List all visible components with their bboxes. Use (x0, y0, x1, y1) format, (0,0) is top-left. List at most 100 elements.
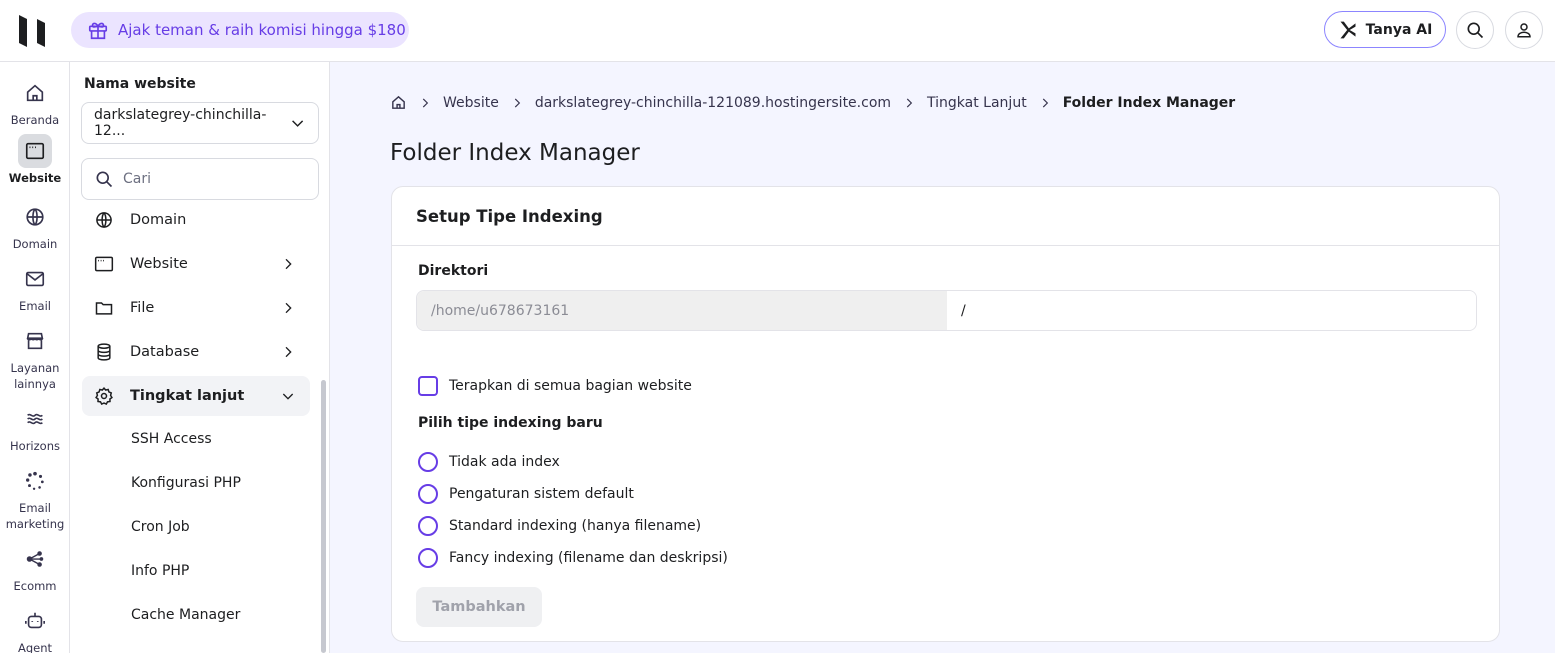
apply-all-label: Terapkan di semua bagian website (449, 378, 692, 394)
rail-item-website[interactable]: Website (0, 134, 70, 186)
ask-ai-label: Tanya AI (1365, 21, 1433, 38)
setup-indexing-card: Setup Tipe Indexing Direktori /home/u678… (391, 186, 1500, 642)
breadcrumb-current: Folder Index Manager (1062, 94, 1236, 111)
globe-icon (94, 210, 114, 230)
directory-input[interactable] (947, 291, 1476, 330)
rail-item-ecomm[interactable]: Ecomm (0, 542, 70, 594)
database-icon (94, 342, 114, 362)
rail-label: Layanan lainnya (10, 361, 60, 391)
sidebar-item-label: File (130, 300, 155, 316)
ask-ai-button[interactable]: Tanya AI (1324, 11, 1446, 48)
sidebar-scrollbar[interactable] (321, 380, 326, 653)
rail-label: Ecomm (13, 579, 57, 593)
radio-button[interactable] (418, 484, 438, 504)
radio-label: Fancy indexing (filename dan deskripsi) (449, 550, 728, 566)
mail-icon (18, 262, 52, 296)
top-bar: Ajak teman & raih komisi hingga $180 Tan… (0, 0, 1555, 62)
sidebar-item-tingkat-lanjut[interactable]: Tingkat lanjut (82, 376, 310, 416)
rail-label: Agent (17, 641, 53, 653)
radio-button[interactable] (418, 516, 438, 536)
website-sidebar: Nama website darkslategrey-chinchilla-12… (70, 62, 330, 653)
rail-label: Email (19, 299, 51, 313)
sidebar-item-label: Domain (130, 212, 187, 228)
chevron-right-icon (1038, 96, 1052, 110)
home-icon[interactable] (390, 94, 407, 111)
horizons-icon (18, 402, 52, 436)
breadcrumb: Website darkslategrey-chinchilla-121089.… (390, 94, 1235, 111)
sidebar-item-label: Database (130, 344, 200, 360)
sidebar-item-database[interactable]: Database (82, 332, 310, 372)
radio-option-standard[interactable]: Standard indexing (hanya filename) (418, 516, 701, 536)
rail-item-email[interactable]: Email (0, 262, 70, 314)
rail-item-domain[interactable]: Domain (0, 200, 70, 252)
apply-all-checkbox-row[interactable]: Terapkan di semua bagian website (418, 376, 692, 396)
icon-rail: Beranda Website Domain Email Layanan lai… (0, 62, 70, 653)
add-button[interactable]: Tambahkan (416, 587, 542, 627)
home-icon (18, 76, 52, 110)
radio-option-fancy[interactable]: Fancy indexing (filename dan deskripsi) (418, 548, 728, 568)
sidebar-sub-item-konfigurasi-php[interactable]: Konfigurasi PHP (131, 475, 241, 491)
browser-icon (18, 134, 52, 168)
sidebar-item-website[interactable]: Website (82, 244, 310, 284)
search-icon (1467, 22, 1484, 39)
website-select[interactable]: darkslategrey-chinchilla-12... (81, 102, 319, 144)
chevron-right-icon (902, 96, 916, 110)
sidebar-item-file[interactable]: File (82, 288, 310, 328)
radio-label: Pengaturan sistem default (449, 486, 634, 502)
sidebar-item-label: Website (130, 256, 188, 272)
promo-text: Ajak teman & raih komisi hingga $180 (118, 21, 406, 39)
store-icon (18, 324, 52, 358)
globe-icon (18, 200, 52, 234)
radio-button[interactable] (418, 452, 438, 472)
rail-label: Website (8, 171, 62, 185)
page-title: Folder Index Manager (390, 140, 640, 166)
sidebar-item-domain[interactable]: Domain (82, 200, 310, 240)
sidebar-sub-item-cache-manager[interactable]: Cache Manager (131, 607, 240, 623)
directory-label: Direktori (418, 263, 489, 279)
sidebar-search[interactable] (81, 158, 319, 200)
card-title: Setup Tipe Indexing (392, 187, 1499, 246)
rail-item-horizons[interactable]: Horizons (0, 402, 70, 454)
radio-button[interactable] (418, 548, 438, 568)
breadcrumb-domain[interactable]: darkslategrey-chinchilla-121089.hostinge… (535, 95, 891, 111)
loader-icon (18, 464, 52, 498)
rail-item-email-marketing[interactable]: Email marketing (0, 464, 70, 532)
sidebar-sub-item-cron-job[interactable]: Cron Job (131, 519, 190, 535)
radio-label: Standard indexing (hanya filename) (449, 518, 702, 534)
chevron-down-icon (282, 393, 294, 400)
rail-label: Email marketing (5, 501, 65, 531)
chevron-right-icon (510, 96, 524, 110)
directory-prefix: /home/u678673161 (417, 291, 947, 330)
referral-promo-button[interactable]: Ajak teman & raih komisi hingga $180 (71, 12, 409, 48)
breadcrumb-website[interactable]: Website (443, 95, 499, 111)
radio-option-system-default[interactable]: Pengaturan sistem default (418, 484, 634, 504)
sidebar-sub-item-ssh-access[interactable]: SSH Access (131, 431, 212, 447)
browser-icon (94, 254, 114, 274)
rail-label: Beranda (10, 113, 60, 127)
breadcrumb-tingkat-lanjut[interactable]: Tingkat Lanjut (927, 95, 1027, 111)
chevron-right-icon (285, 302, 292, 314)
folder-icon (94, 298, 114, 318)
ai-spark-icon (1340, 21, 1356, 38)
chevron-down-icon (291, 120, 303, 127)
gift-icon (88, 22, 108, 40)
hostinger-logo[interactable] (16, 13, 48, 49)
user-icon (1517, 23, 1531, 38)
search-input[interactable] (123, 171, 303, 187)
directory-field: /home/u678673161 (416, 290, 1477, 331)
robot-icon (18, 604, 52, 638)
chevron-right-icon (285, 258, 292, 270)
rail-item-beranda[interactable]: Beranda (0, 76, 70, 128)
rail-item-agent[interactable]: Agent (0, 604, 70, 653)
rail-label: Horizons (10, 439, 60, 453)
search-button[interactable] (1456, 11, 1494, 49)
apply-all-checkbox[interactable] (418, 376, 438, 396)
rail-item-layanan[interactable]: Layanan lainnya (0, 324, 70, 392)
indexing-type-label: Pilih tipe indexing baru (418, 415, 603, 431)
search-icon (96, 171, 113, 188)
radio-option-no-index[interactable]: Tidak ada index (418, 452, 560, 472)
chevron-right-icon (285, 346, 292, 358)
account-button[interactable] (1505, 11, 1543, 49)
gear-icon (94, 386, 114, 406)
sidebar-sub-item-info-php[interactable]: Info PHP (131, 563, 189, 579)
